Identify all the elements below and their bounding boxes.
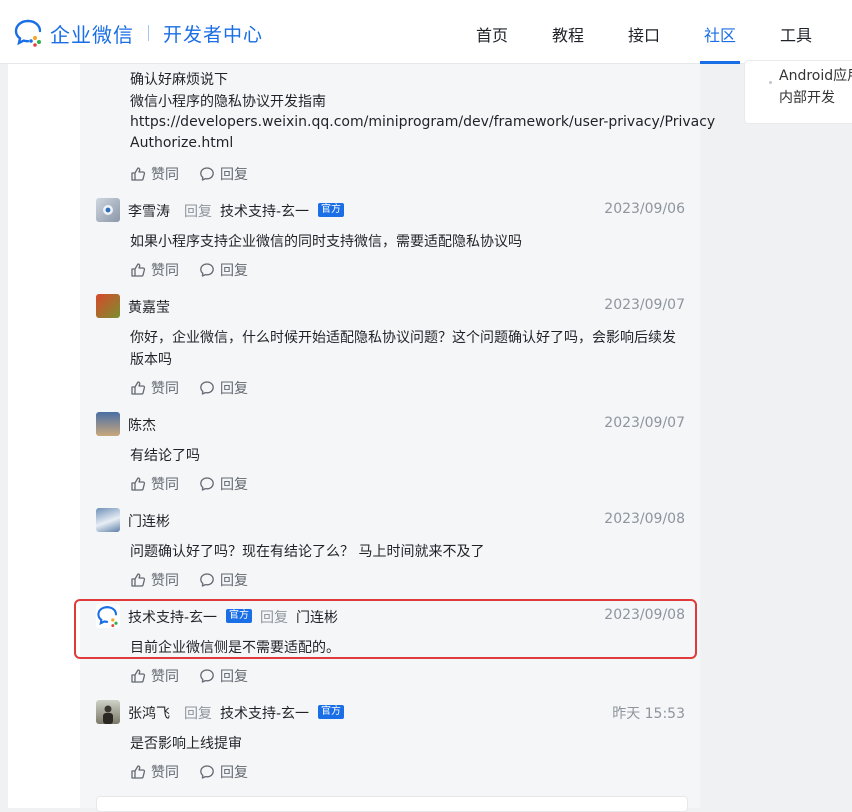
comment-author[interactable]: 陈杰 — [128, 415, 156, 435]
like-label: 赞同 — [151, 263, 179, 279]
comment-text: 是否影响上线提审 — [130, 736, 242, 752]
comment-date: 2023/09/08 — [604, 607, 685, 623]
thumbs-up-icon — [131, 765, 146, 779]
comment-text: 有结论了吗 — [130, 448, 200, 464]
related-card: Android应用 内部开发 — [744, 60, 852, 124]
comment-text: 问题确认好了吗？现在有结论了么？ 马上时间就来不及了 — [130, 544, 485, 560]
reply-label: 回复 — [220, 477, 248, 493]
reply-word: 回复 — [260, 610, 288, 626]
reply-button[interactable]: 回复 — [199, 474, 248, 494]
thumbs-up-icon — [131, 573, 146, 587]
reply-label: 回复 — [220, 381, 248, 397]
official-badge: 官方 — [318, 203, 344, 217]
reply-target[interactable]: 技术支持-玄一 — [220, 703, 309, 723]
post-link-cont[interactable]: Authorize.html — [130, 135, 233, 151]
post-link[interactable]: https://developers.weixin.qq.com/minipro… — [130, 114, 715, 130]
reply-button[interactable]: 回复 — [199, 260, 248, 280]
like-button[interactable]: 赞同 — [130, 666, 179, 686]
comment-author[interactable]: 黄嘉莹 — [128, 297, 170, 317]
wecom-logo-icon — [97, 606, 118, 628]
official-badge: 官方 — [318, 705, 344, 719]
reply-button[interactable]: 回复 — [199, 762, 248, 782]
comment-date: 2023/09/07 — [604, 415, 685, 431]
avatar[interactable] — [96, 198, 120, 222]
portal-name: 开发者中心 — [163, 23, 264, 46]
like-label: 赞同 — [151, 477, 179, 493]
thumbs-up-icon — [131, 669, 146, 683]
reply-button[interactable]: 回复 — [199, 570, 248, 590]
like-button[interactable]: 赞同 — [130, 164, 179, 184]
reply-button[interactable]: 回复 — [199, 666, 248, 686]
thumbs-up-icon — [131, 477, 146, 491]
comment-date: 2023/09/07 — [604, 297, 685, 313]
wecom-logo-icon — [14, 19, 42, 47]
comment-author[interactable]: 门连彬 — [128, 511, 170, 531]
avatar[interactable] — [96, 508, 120, 532]
reply-target[interactable]: 技术支持-玄一 — [220, 201, 309, 221]
comment-author[interactable]: 张鸿飞 — [128, 703, 170, 723]
post-text-line: 确认好麻烦说下 — [130, 72, 228, 88]
avatar[interactable] — [96, 294, 120, 318]
thumbs-up-icon — [131, 263, 146, 277]
comment-icon — [200, 765, 214, 779]
reply-label: 回复 — [220, 263, 248, 279]
logo-divider — [148, 25, 149, 41]
related-link[interactable]: Android应用 — [779, 65, 852, 85]
bullet-dot — [769, 81, 772, 84]
like-button[interactable]: 赞同 — [130, 474, 179, 494]
comment-author[interactable]: 技术支持-玄一 — [128, 607, 217, 627]
like-button[interactable]: 赞同 — [130, 260, 179, 280]
reply-button[interactable]: 回复 — [199, 378, 248, 398]
comment-text: 你好，企业微信，什么时候开始适配隐私协议问题？这个问题确认好了吗，会影响后续发 — [130, 330, 676, 346]
reply-input-box[interactable] — [96, 796, 688, 812]
left-panel — [8, 64, 80, 808]
like-label: 赞同 — [151, 765, 179, 781]
comment-icon — [200, 573, 214, 587]
reply-word: 回复 — [184, 204, 212, 220]
wecom-logo[interactable]: 企业微信 开发者中心 — [14, 18, 263, 48]
like-label: 赞同 — [151, 573, 179, 589]
related-link-cont[interactable]: 内部开发 — [779, 87, 835, 107]
avatar[interactable] — [96, 412, 120, 436]
avatar[interactable] — [96, 700, 120, 724]
like-label: 赞同 — [151, 167, 179, 183]
comment-icon — [200, 669, 214, 683]
nav-tools[interactable]: 工具 — [780, 22, 812, 46]
comment-icon — [200, 167, 214, 181]
top-header: 企业微信 开发者中心 首页 教程 接口 社区 工具 — [0, 0, 852, 64]
like-button[interactable]: 赞同 — [130, 378, 179, 398]
nav-api[interactable]: 接口 — [628, 22, 660, 46]
comment-date: 2023/09/08 — [604, 511, 685, 527]
like-button[interactable]: 赞同 — [130, 762, 179, 782]
reply-word: 回复 — [184, 706, 212, 722]
reply-label: 回复 — [220, 669, 248, 685]
thumbs-up-icon — [131, 381, 146, 395]
comment-date: 2023/09/06 — [604, 201, 685, 217]
reply-target[interactable]: 门连彬 — [296, 607, 338, 627]
reply-button[interactable]: 回复 — [199, 164, 248, 184]
brand-name: 企业微信 — [50, 22, 134, 47]
nav-active-indicator — [700, 61, 740, 64]
like-button[interactable]: 赞同 — [130, 570, 179, 590]
comment-icon — [200, 477, 214, 491]
comment-icon — [200, 381, 214, 395]
reply-label: 回复 — [220, 765, 248, 781]
official-badge: 官方 — [226, 609, 252, 623]
nav-community[interactable]: 社区 — [704, 22, 736, 46]
comment-icon — [200, 263, 214, 277]
post-text-line: 微信小程序的隐私协议开发指南 — [130, 94, 326, 110]
reply-label: 回复 — [220, 167, 248, 183]
like-label: 赞同 — [151, 669, 179, 685]
like-label: 赞同 — [151, 381, 179, 397]
official-avatar[interactable] — [96, 604, 120, 628]
comment-text: 版本吗 — [130, 352, 172, 368]
nav-home[interactable]: 首页 — [476, 22, 508, 46]
comment-date: 昨天 15:53 — [612, 706, 685, 722]
comment-text: 如果小程序支持企业微信的同时支持微信，需要适配隐私协议吗 — [130, 234, 522, 250]
reply-label: 回复 — [220, 573, 248, 589]
comment-author[interactable]: 李雪涛 — [128, 201, 170, 221]
nav-tutorials[interactable]: 教程 — [552, 22, 584, 46]
comment-text: 目前企业微信侧是不需要适配的。 — [130, 640, 340, 656]
thumbs-up-icon — [131, 167, 146, 181]
